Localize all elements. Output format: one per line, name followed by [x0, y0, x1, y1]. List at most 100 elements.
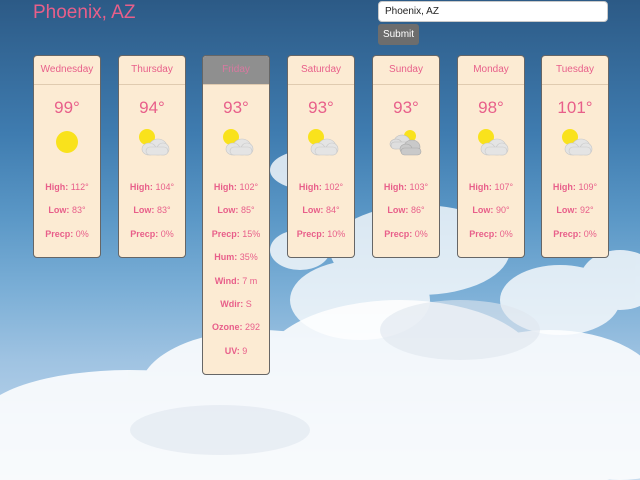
stat-row: High: 112° [34, 176, 100, 199]
temperature: 93° [308, 98, 334, 117]
stat-value: 102° [324, 182, 344, 192]
stat-label: Precp: [45, 228, 74, 239]
stat-value: 0% [75, 228, 89, 239]
stat-label: Low: [217, 205, 239, 216]
stat-label: High: [383, 182, 407, 192]
stat-label: High: [213, 182, 237, 192]
stat-row: Precp: 0% [34, 223, 100, 246]
stat-label: Precp: [384, 228, 413, 239]
stat-label: Low: [302, 205, 324, 216]
temperature: 98° [478, 98, 504, 117]
stat-value: 85° [240, 205, 255, 216]
stat-label: High: [552, 182, 576, 192]
stat-row: Low: 83° [119, 199, 185, 222]
stat-label: Precp: [553, 228, 582, 239]
forecast-card-wednesday[interactable]: Wednesday 99° High: 112° Low: 83° Precp: 0% [33, 55, 101, 258]
stat-row: Precp: 0% [373, 223, 439, 246]
stat-value: 86° [410, 205, 425, 216]
stat-row: High: 103° [373, 176, 439, 199]
temperature: 101° [557, 98, 593, 117]
stat-label: High: [45, 182, 69, 192]
temperature: 93° [223, 98, 249, 117]
partly-cloudy-icon [458, 127, 524, 157]
stat-value: 292 [244, 322, 261, 333]
stat-row: High: 102° [203, 176, 269, 199]
partly-cloudy-icon [542, 127, 608, 157]
stat-label: Low: [472, 205, 494, 216]
stat-value: 109° [578, 182, 598, 192]
day-label: Tuesday [542, 56, 608, 85]
day-label: Sunday [373, 56, 439, 85]
stat-label: Precp: [211, 228, 240, 239]
stat-row: Wind: 7 m [203, 270, 269, 293]
stat-value: 15% [242, 228, 261, 239]
stat-row: Precp: 0% [119, 223, 185, 246]
stat-label: Ozone: [211, 322, 243, 333]
stat-row: Low: 86° [373, 199, 439, 222]
stat-row: UV: 9 [203, 340, 269, 363]
stat-row: Hum: 35% [203, 246, 269, 269]
stat-row: Precp: 0% [458, 223, 524, 246]
forecast-card-friday[interactable]: Friday 93° High: 102° Low: 85° Precp: 15% Hum… [202, 55, 270, 375]
stat-row: Precp: 0% [542, 223, 608, 246]
sun-icon [34, 127, 100, 157]
forecast-card-saturday[interactable]: Saturday 93° High: 102° Low: 84° Precp: 10% [287, 55, 355, 258]
stat-label: Precp: [296, 228, 325, 239]
stat-label: Wind: [214, 275, 240, 286]
stat-row: Low: 92° [542, 199, 608, 222]
stat-value: 103° [409, 182, 429, 192]
stat-label: Low: [387, 205, 409, 216]
stat-label: Wdir: [220, 298, 244, 309]
stat-row: High: 102° [288, 176, 354, 199]
stat-label: Precp: [130, 228, 159, 239]
stat-row: Ozone: 292 [203, 316, 269, 339]
partly-cloudy-icon [119, 127, 185, 157]
stat-row: Low: 85° [203, 199, 269, 222]
stat-value: 104° [155, 182, 175, 192]
stat-value: S [245, 298, 252, 309]
stat-row: Wdir: S [203, 293, 269, 316]
forecast-card-sunday[interactable]: Sunday 93° High: 103° Low: 86° Precp: 0% [372, 55, 440, 258]
stat-value: 7 m [242, 275, 258, 286]
stat-label: Low: [48, 205, 70, 216]
city-search-input[interactable] [378, 1, 608, 22]
day-label: Wednesday [34, 56, 100, 85]
stat-label: Low: [133, 205, 155, 216]
stat-value: 0% [583, 228, 597, 239]
temperature: 93° [393, 98, 419, 117]
stat-row: High: 104° [119, 176, 185, 199]
day-label: Friday [203, 56, 269, 85]
stat-value: 84° [325, 205, 340, 216]
stat-row: Precp: 10% [288, 223, 354, 246]
stat-label: Low: [556, 205, 578, 216]
stat-value: 0% [160, 228, 174, 239]
submit-button[interactable]: Submit [378, 24, 419, 45]
day-label: Thursday [119, 56, 185, 85]
stat-label: High: [129, 182, 153, 192]
forecast-card-tuesday[interactable]: Tuesday 101° High: 109° Low: 92° Precp: 0% [541, 55, 609, 258]
stat-row: Precp: 15% [203, 223, 269, 246]
temperature: 99° [54, 98, 80, 117]
stat-value: 0% [499, 228, 513, 239]
stat-label: Hum: [214, 252, 238, 263]
stat-value: 83° [156, 205, 171, 216]
stat-row: High: 109° [542, 176, 608, 199]
stat-row: Low: 90° [458, 199, 524, 222]
stat-value: 102° [239, 182, 259, 192]
stat-value: 83° [71, 205, 86, 216]
stat-label: UV: [224, 345, 240, 356]
stat-row: Low: 83° [34, 199, 100, 222]
partly-cloudy-icon [203, 127, 269, 157]
forecast-card-monday[interactable]: Monday 98° High: 107° Low: 90° Precp: 0% [457, 55, 525, 258]
cloudy-icon [373, 127, 439, 157]
stat-value: 0% [414, 228, 428, 239]
forecast-card-thursday[interactable]: Thursday 94° High: 104° Low: 83° Precp: 0% [118, 55, 186, 258]
partly-cloudy-icon [288, 127, 354, 157]
stat-value: 90° [495, 205, 510, 216]
page-title: Phoenix, AZ [33, 2, 136, 23]
day-label: Saturday [288, 56, 354, 85]
stat-value: 112° [70, 182, 89, 192]
day-label: Monday [458, 56, 524, 85]
stat-value: 10% [327, 228, 346, 239]
stat-value: 92° [579, 205, 594, 216]
